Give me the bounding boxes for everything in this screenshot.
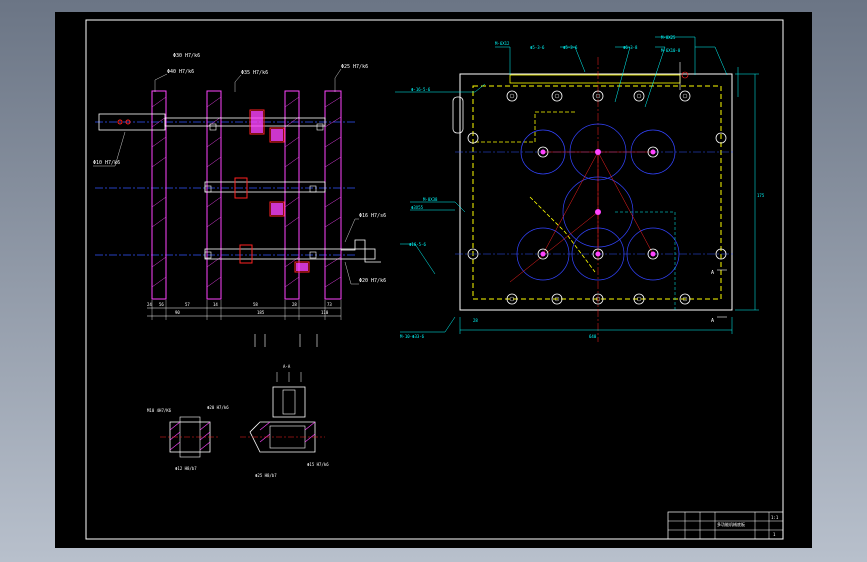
label-rv-left-1: Φ-16-5-6 bbox=[411, 87, 431, 92]
label-rv-left-2: M-8X38 bbox=[423, 197, 438, 202]
detail-section-mark: A-A bbox=[283, 364, 291, 369]
label-rv-dim-small: 28 bbox=[473, 318, 478, 323]
dim-3: 57 bbox=[185, 302, 190, 307]
section-mark-bottom: A bbox=[711, 318, 714, 324]
label-rv-top-c: Φ6-3-8 bbox=[623, 45, 638, 50]
dim-7: 73 bbox=[327, 302, 332, 307]
detail-label-a: M10 4H7/K6 bbox=[147, 408, 172, 413]
label-rv-top-right2: M-6X10-8 bbox=[661, 48, 681, 53]
detail-label-d: Φ25 H8/b7 bbox=[255, 473, 277, 478]
detail-label-c: Φ12 H8/b7 bbox=[175, 466, 197, 471]
label-rv-left-3: Φ3X55 bbox=[411, 205, 424, 210]
label-rv-top-a: Φ5-3-6 bbox=[530, 45, 545, 50]
detail-views bbox=[160, 372, 325, 458]
title-block-sheet: 1 bbox=[773, 532, 776, 537]
label-right-fit2: Φ20 H7/k6 bbox=[359, 278, 386, 284]
dim-6: 28 bbox=[292, 302, 297, 307]
dim-5: 58 bbox=[253, 302, 258, 307]
detail-label-b: Φ20 H7/k6 bbox=[207, 405, 229, 410]
left-section-view bbox=[95, 90, 381, 347]
right-plan-view bbox=[395, 36, 759, 342]
cad-drawing: Φ30 H7/k6 Φ40 H7/k6 Φ35 H7/k6 Φ25 H7/k6 … bbox=[85, 19, 784, 540]
label-top1: Φ30 H7/k6 bbox=[173, 53, 200, 59]
label-rv-dim-height: 175 bbox=[757, 193, 765, 198]
label-fit2: Φ25 H7/k6 bbox=[341, 64, 368, 70]
title-block-title: 多功能机械底板 bbox=[717, 521, 745, 527]
dim-4: 14 bbox=[213, 302, 218, 307]
title-block-scale: 1:1 bbox=[771, 515, 779, 520]
dim-8: 90 bbox=[175, 310, 180, 315]
label-rv-bottom-left: M-10-Φ33-6 bbox=[400, 334, 425, 339]
cad-viewport[interactable]: Φ30 H7/k6 Φ40 H7/k6 Φ35 H7/k6 Φ25 H7/k6 … bbox=[55, 12, 812, 548]
detail-label-e: Φ15 H7/k6 bbox=[307, 462, 329, 467]
dim-2: 56 bbox=[159, 302, 164, 307]
label-rv-dim-width: 640 bbox=[589, 334, 597, 339]
dim-10: 110 bbox=[321, 310, 329, 315]
left-dimensions: 24 56 57 14 58 28 73 90 185 110 bbox=[147, 302, 332, 315]
label-rv-top-right1: M-8X25 bbox=[661, 35, 676, 40]
label-top2: Φ40 H7/k6 bbox=[167, 69, 194, 75]
label-right-fit1: Φ16 H7/s6 bbox=[359, 213, 386, 219]
label-rv-left-4: Φ16-5-6 bbox=[409, 242, 426, 247]
label-fit1: Φ35 H7/k6 bbox=[241, 70, 268, 76]
label-rv-top-left: M-6X12 bbox=[495, 41, 510, 46]
label-rv-top-b: Φ5-3-6 bbox=[563, 45, 578, 50]
dim-9: 185 bbox=[257, 310, 265, 315]
drawing-border bbox=[85, 19, 784, 540]
section-mark-top: A bbox=[711, 270, 714, 276]
dim-1: 24 bbox=[147, 302, 152, 307]
